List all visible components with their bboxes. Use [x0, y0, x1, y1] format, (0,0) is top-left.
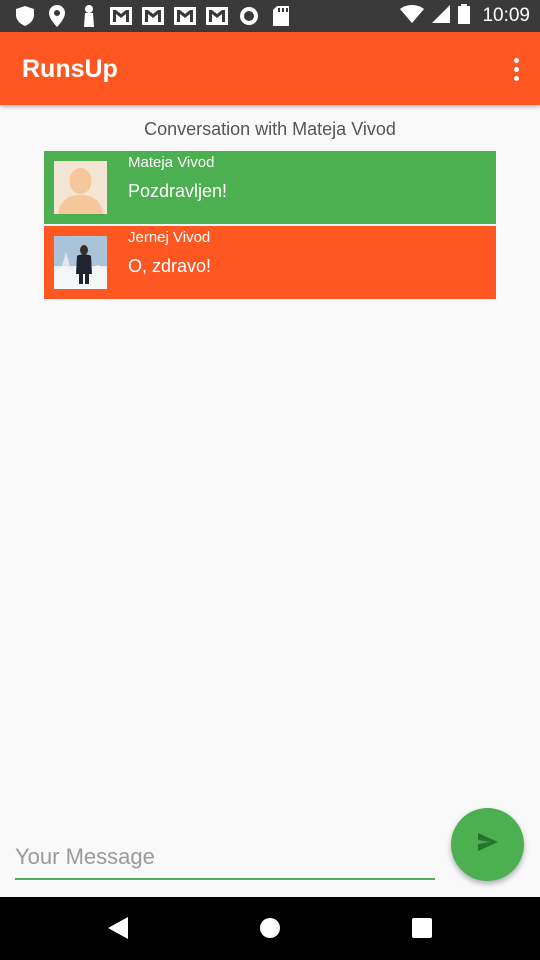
location-icon — [46, 5, 68, 27]
default-avatar — [54, 161, 107, 214]
sd-card-icon — [270, 5, 292, 27]
gmail-icon — [206, 5, 228, 27]
navigation-bar — [0, 897, 540, 960]
conversation-title: Conversation with Mateja Vivod — [144, 119, 396, 139]
photo-avatar — [54, 236, 107, 289]
home-icon[interactable] — [258, 916, 282, 940]
message-text: Pozdravljen! — [128, 181, 228, 201]
cell-signal-icon — [432, 4, 451, 28]
message-input[interactable] — [15, 838, 435, 876]
more-vert-icon[interactable] — [508, 54, 524, 84]
gmail-icon — [142, 5, 164, 27]
message-input-container — [15, 838, 435, 880]
shield-icon — [14, 5, 36, 27]
message-item[interactable]: Mateja Vivod Pozdravljen! — [44, 151, 496, 224]
gmail-icon — [174, 5, 196, 27]
back-icon[interactable] — [106, 916, 130, 940]
system-status-icons: 10:09 — [400, 3, 530, 29]
app-title: RunsUp — [22, 55, 118, 83]
battery-icon — [458, 3, 471, 29]
recents-icon[interactable] — [410, 916, 434, 940]
status-time: 10:09 — [482, 5, 530, 26]
app-bar: RunsUp — [0, 32, 540, 105]
notification-icons — [14, 5, 292, 27]
message-text: O, zdravo! — [128, 256, 212, 276]
send-button[interactable] — [451, 808, 524, 881]
gmail-icon — [110, 5, 132, 27]
message-sender: Mateja Vivod — [128, 154, 215, 171]
message-list: Mateja Vivod Pozdravljen! Jernej Vivod O… — [44, 151, 496, 301]
status-bar: 10:09 — [0, 0, 540, 32]
message-sender: Jernej Vivod — [128, 229, 211, 246]
circle-icon — [238, 5, 260, 27]
message-item[interactable]: Jernej Vivod O, zdravo! — [44, 226, 496, 299]
send-icon — [477, 833, 498, 856]
wifi-icon — [400, 4, 425, 28]
bolt-icon — [78, 5, 100, 27]
